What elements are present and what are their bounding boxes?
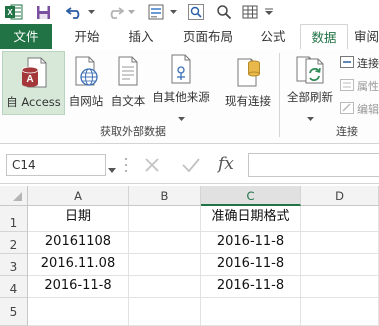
cell-c4[interactable]: 2016-11-8 <box>201 276 301 298</box>
cell-a4[interactable]: 2016-11-8 <box>28 276 129 298</box>
connections-label: 连接 <box>357 57 379 70</box>
worksheet-grid: A B C D 1 日期 准确日期格式 2 20161108 2016-11-8… <box>0 186 379 326</box>
table-icon[interactable] <box>240 2 260 22</box>
cell-b1[interactable] <box>129 206 201 232</box>
from-web-label: 自网站 <box>68 94 104 108</box>
edit-links-label: 编辑 <box>357 103 379 116</box>
row-header-5[interactable]: 5 <box>0 298 28 326</box>
from-web-button[interactable]: 自网站 <box>66 51 106 115</box>
cell-c1[interactable]: 准确日期格式 <box>201 206 301 232</box>
cell-a5[interactable] <box>28 298 129 326</box>
edit-links-button[interactable]: 编辑 <box>340 101 379 117</box>
form-icon[interactable] <box>146 2 166 22</box>
column-header-d[interactable]: D <box>301 186 379 206</box>
row-header-2[interactable]: 2 <box>0 232 28 254</box>
column-header-c[interactable]: C <box>201 186 301 206</box>
cell-c3[interactable]: 2016-11-8 <box>201 254 301 276</box>
chevron-down-icon <box>177 107 185 126</box>
find-icon[interactable] <box>186 2 206 22</box>
row-header-4[interactable]: 4 <box>0 276 28 298</box>
existing-connections-label: 现有连接 <box>225 94 271 108</box>
form-dropdown-icon[interactable] <box>168 2 178 22</box>
cancel-entry-icon[interactable] <box>143 156 161 178</box>
row-header-3[interactable]: 3 <box>0 254 28 276</box>
refresh-all-button[interactable]: 全部刷新 <box>282 51 338 121</box>
properties-button[interactable]: 属性 <box>340 78 379 94</box>
save-icon[interactable] <box>34 2 52 22</box>
select-all-corner[interactable] <box>0 186 28 206</box>
from-text-label: 自文本 <box>110 94 146 108</box>
more-options-icon <box>124 156 128 178</box>
ribbon-group-separator <box>279 53 280 137</box>
name-box[interactable]: C14 <box>6 154 106 176</box>
tab-home[interactable]: 开始 <box>64 24 110 49</box>
confirm-entry-icon[interactable] <box>181 156 201 178</box>
tab-insert[interactable]: 插入 <box>118 24 164 49</box>
svg-text:X: X <box>7 8 13 17</box>
refresh-icon <box>294 53 326 87</box>
title-bar: X <box>0 0 379 24</box>
undo-icon[interactable] <box>64 2 86 22</box>
cell-d3[interactable] <box>301 254 379 276</box>
cell-d5[interactable] <box>301 298 379 326</box>
svg-text:A: A <box>26 74 33 85</box>
ribbon: A 自 Access 自网站 自文本 自其他来源 现有连接 全部刷新 连接 属性… <box>0 49 379 144</box>
tab-data[interactable]: 数据 <box>300 24 348 50</box>
cell-b5[interactable] <box>129 298 201 326</box>
formula-bar: C14 fx <box>0 147 379 184</box>
other-sources-icon <box>165 53 197 87</box>
tab-page-layout[interactable]: 页面布局 <box>170 24 246 49</box>
customize-quick-access-icon[interactable] <box>264 2 274 22</box>
cell-d2[interactable] <box>301 232 379 254</box>
connections-icon <box>340 55 354 71</box>
from-access-button[interactable]: A 自 Access <box>2 51 65 115</box>
cell-a1[interactable]: 日期 <box>28 206 129 232</box>
chevron-down-icon <box>306 107 314 126</box>
redo-icon[interactable] <box>104 2 126 22</box>
existing-connections-button[interactable]: 现有连接 <box>220 51 276 115</box>
cell-a2[interactable]: 20161108 <box>28 232 129 254</box>
cell-c5[interactable] <box>201 298 301 326</box>
access-database-icon: A <box>18 54 50 92</box>
name-box-dropdown-icon[interactable] <box>108 159 116 178</box>
ribbon-tabs: 文件 开始 插入 页面布局 公式 数据 审阅 <box>0 24 379 50</box>
excel-logo-icon[interactable]: X <box>4 2 24 22</box>
edit-links-icon <box>340 101 354 117</box>
row-header-1[interactable]: 1 <box>0 206 28 232</box>
column-header-b[interactable]: B <box>129 186 201 206</box>
from-other-sources-label: 自其他来源 <box>152 90 210 104</box>
insert-function-button[interactable]: fx <box>218 154 234 174</box>
undo-dropdown-icon[interactable] <box>86 2 96 22</box>
text-file-icon <box>112 53 144 91</box>
tab-file[interactable]: 文件 <box>0 24 52 49</box>
column-header-a[interactable]: A <box>28 186 129 206</box>
tab-formulas[interactable]: 公式 <box>252 24 294 49</box>
properties-icon <box>340 78 354 94</box>
from-other-sources-button[interactable]: 自其他来源 <box>150 51 212 121</box>
from-access-label: 自 Access <box>6 95 61 109</box>
cell-b3[interactable] <box>129 254 201 276</box>
web-globe-icon <box>70 53 102 91</box>
cell-b4[interactable] <box>129 276 201 298</box>
formula-input[interactable] <box>248 153 379 177</box>
cell-d1[interactable] <box>301 206 379 232</box>
refresh-all-label: 全部刷新 <box>287 90 333 104</box>
properties-label: 属性 <box>357 80 379 93</box>
tab-review[interactable]: 审阅 <box>354 24 379 49</box>
from-text-button[interactable]: 自文本 <box>108 51 148 115</box>
get-external-data-group-label: 获取外部数据 <box>100 125 166 138</box>
cell-b2[interactable] <box>129 232 201 254</box>
search-icon[interactable] <box>214 2 234 22</box>
connections-button[interactable]: 连接 <box>340 55 379 71</box>
cell-a3[interactable]: 2016.11.08 <box>28 254 129 276</box>
connections-group-label: 连接 <box>336 125 358 138</box>
cell-c2[interactable]: 2016-11-8 <box>201 232 301 254</box>
cell-d4[interactable] <box>301 276 379 298</box>
redo-dropdown-icon[interactable] <box>126 2 136 22</box>
existing-connections-icon <box>232 53 264 91</box>
